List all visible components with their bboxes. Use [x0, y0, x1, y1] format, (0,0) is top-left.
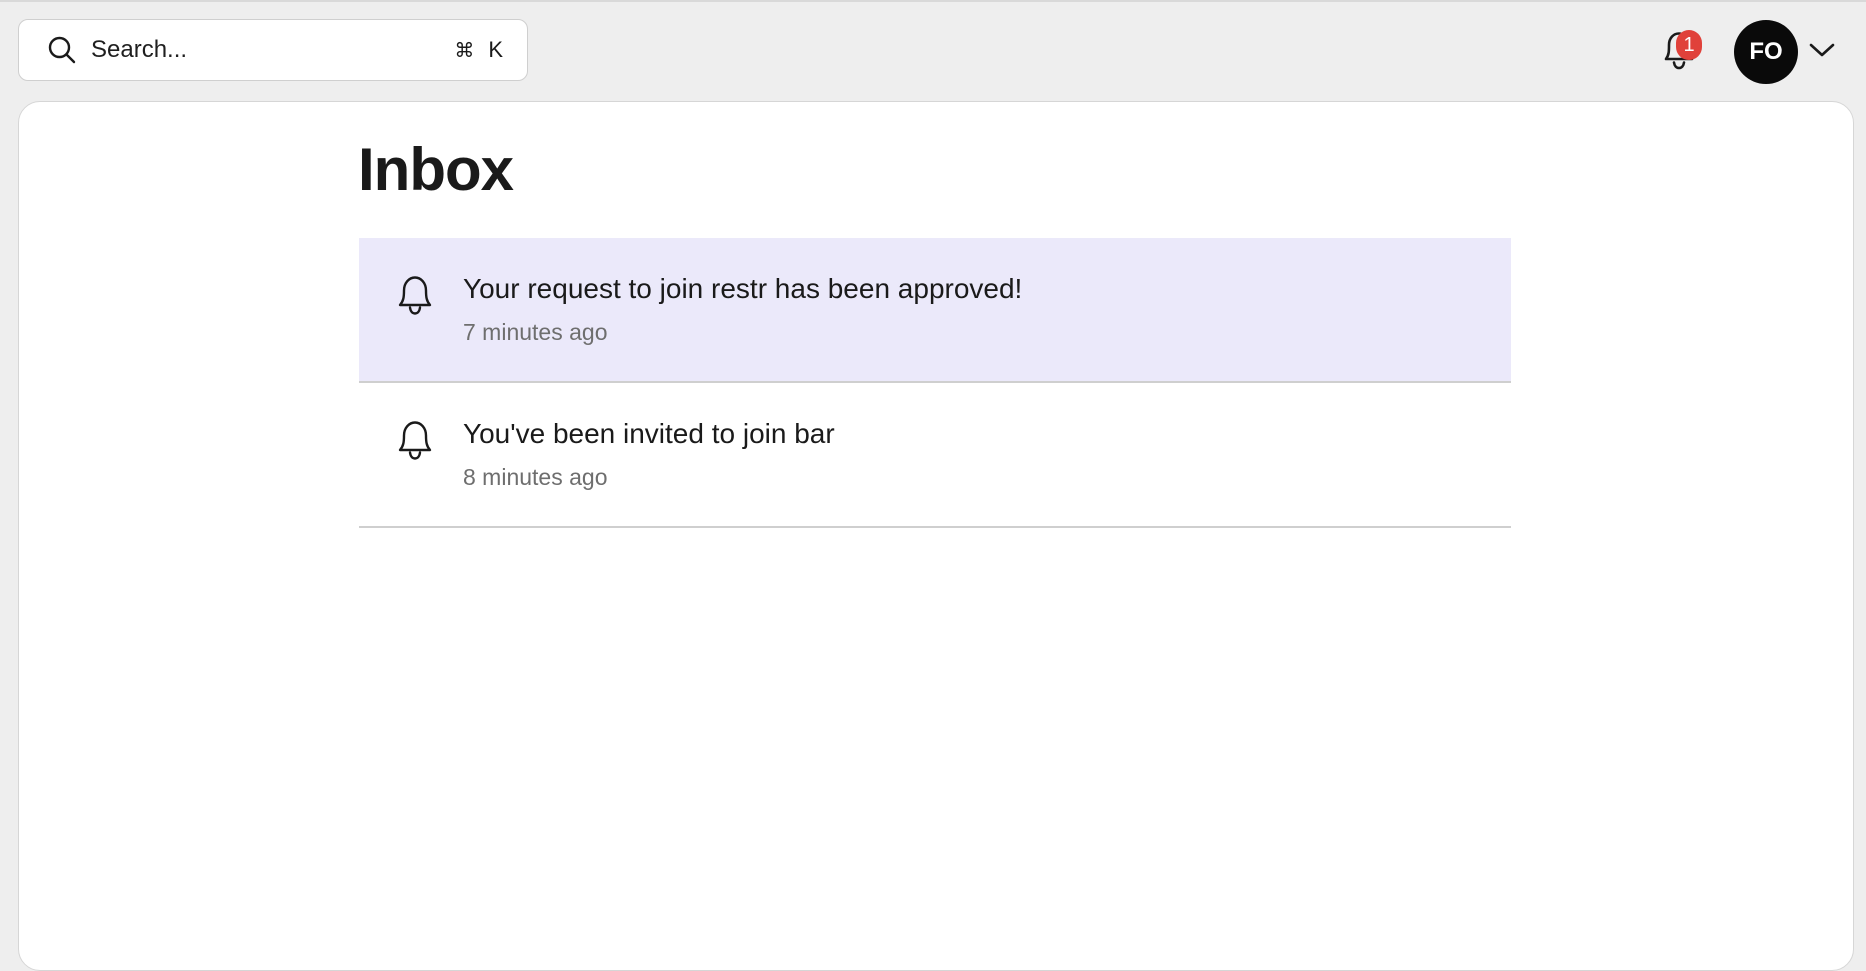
shortcut-key: K — [488, 37, 503, 62]
command-key: ⌘ — [454, 38, 475, 62]
notification-item[interactable]: Your request to join restr has been appr… — [359, 238, 1511, 383]
notification-timestamp: 8 minutes ago — [463, 464, 608, 490]
bell-icon — [395, 417, 435, 461]
page-title: Inbox — [358, 136, 514, 203]
notification-list: Your request to join restr has been appr… — [359, 238, 1511, 528]
search-box[interactable]: ⌘ K — [18, 19, 528, 81]
notification-item[interactable]: You've been invited to join bar 8 minute… — [359, 383, 1511, 528]
chevron-down-icon — [1809, 42, 1835, 63]
search-input[interactable] — [91, 36, 421, 64]
notification-count-badge: 1 — [1676, 30, 1702, 60]
notification-timestamp: 7 minutes ago — [463, 319, 608, 345]
notification-message: You've been invited to join bar — [463, 418, 835, 449]
top-bar: ⌘ K 1 FO — [0, 2, 1866, 102]
bell-icon — [395, 272, 435, 316]
main-panel — [18, 101, 1854, 971]
keyboard-shortcut-hint: ⌘ K — [454, 37, 503, 63]
account-menu-toggle[interactable] — [1808, 38, 1836, 66]
user-avatar[interactable]: FO — [1734, 20, 1798, 84]
notification-message: Your request to join restr has been appr… — [463, 273, 1023, 304]
search-icon — [45, 33, 79, 67]
